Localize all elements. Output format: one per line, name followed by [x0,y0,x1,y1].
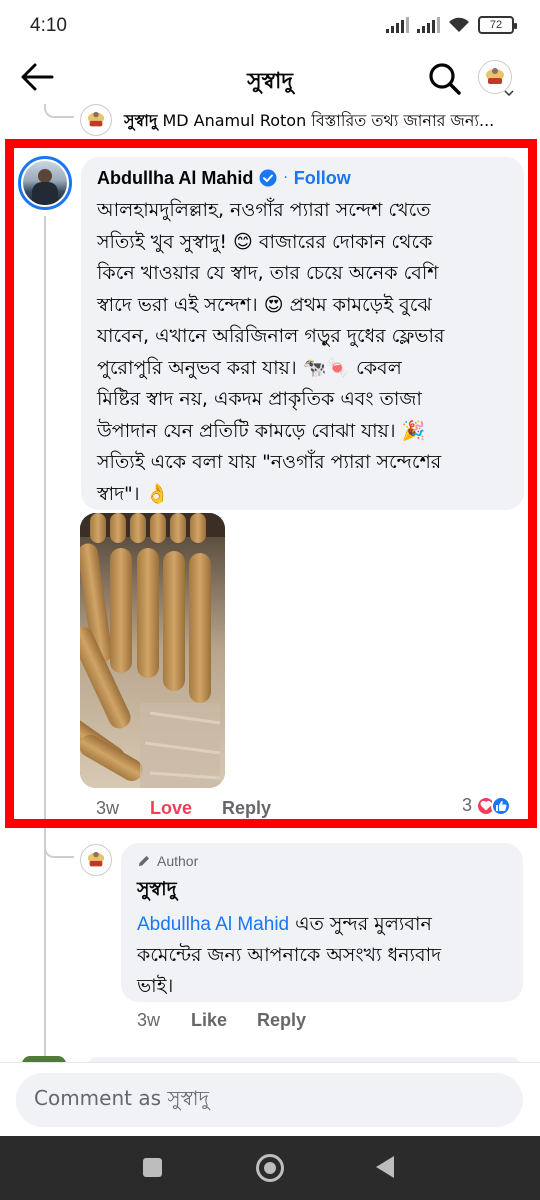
reply-author-name[interactable]: সুস্বাদু [137,875,507,907]
pencil-icon [139,856,149,866]
comment-input-placeholder: Comment as সুস্বাদু [34,1085,210,1110]
comment-input[interactable]: Comment as সুস্বাদু [16,1073,523,1127]
commenter-row: Abdullha Al Mahid · Follow [97,167,508,189]
follow-button[interactable]: Follow [294,168,351,189]
author-badge-label: Author [157,853,199,869]
comment-actions: 3w Love Reply [96,796,271,820]
profile-switcher-button[interactable] [478,60,518,100]
previous-reply-author[interactable]: সুস্বাদু [124,111,157,130]
thread-connector [44,842,74,858]
comment-composer-area: Comment as সুস্বাদু [0,1062,540,1136]
love-button[interactable]: Love [150,798,222,819]
reply-line: কমেন্টের জন্য আপনাকে অসংখ্য ধন্যবাদ [137,944,442,966]
mention-link[interactable]: Abdullha Al Mahid [137,914,289,935]
avatar-photo [23,161,67,205]
author-reply-bubble[interactable]: Author সুস্বাদু Abdullha Al Mahid এত সুন… [121,843,523,1002]
reaction-summary[interactable]: 3 [462,795,512,816]
separator-dot: · [283,170,288,186]
system-back-button[interactable] [376,1156,394,1178]
page-logo-icon [478,60,512,94]
comment-line: স্বাদ"। 👌 [97,482,170,505]
reply-line: Abdullha Al Mahid এত সুন্দর মুল্যবান [137,909,507,940]
like-button[interactable]: Like [191,1010,257,1031]
author-badge: Author [137,851,507,871]
comment-time: 3w [96,797,120,818]
wifi-icon [449,17,469,32]
status-time: 4:10 [30,15,67,36]
reply-time: 3w [137,1010,161,1030]
search-icon [429,63,461,95]
status-bar: 4:10 72 [0,0,540,52]
comment-line: পুরোপুরি অনুভব করা যায়। 🐄🍬 কেবল [97,356,402,379]
reply-button[interactable]: Reply [222,798,271,819]
comment-line: মিষ্টির স্বাদ নয়, একদম প্রাকৃতিক এবং তা… [97,388,422,410]
signal-icon [386,17,409,33]
reply-button[interactable]: Reply [257,1010,306,1031]
comment-line: কিনে খাওয়ার যে স্বাদ, তার চেয়ে অনেক বে… [97,262,439,284]
search-button[interactable] [428,62,464,98]
reply-actions: 3w Like Reply [137,1010,306,1031]
status-icons: 72 [386,16,517,34]
previous-reply[interactable]: সুস্বাদু MD Anamul Roton বিস্তারিত তথ্য … [0,104,540,138]
comment-line: সত্যিই খুব সুস্বাদু! 😊 বাজারের দোকান থেক… [97,230,433,253]
commenter-name[interactable]: Abdullha Al Mahid [97,168,253,189]
signal-icon [417,17,440,33]
comment-line: উপাদান যেন প্রতিটি কামড়ে বোঝা যায়। 🎉 [97,419,426,442]
page-logo-icon[interactable] [80,844,112,876]
verified-badge-icon [259,169,277,187]
commenter-avatar[interactable] [18,156,72,210]
reply-line-text: এত সুন্দর মুল্যবান [289,913,432,935]
header: সুস্বাদু [0,52,540,104]
reply-line: ভাই। [137,975,174,997]
system-nav-bar [0,1136,540,1200]
comment-text: আলহামদুলিল্লাহ, নওগাঁর প্যারা সন্দেশ খেত… [97,195,508,510]
comment-line: স্বাদে ভরা এই সন্দেশ। 😍 প্রথম কামড়েই বু… [97,293,432,316]
thread-connector [44,104,74,118]
comment-line: যাবেন, এখানে অরিজিনাল গড়ুর দুধের ফ্লেভা… [97,325,445,347]
comment-line: সত্যিই একে বলা যায় "নওগাঁর প্যারা সন্দে… [97,451,442,473]
previous-reply-text: সুস্বাদু MD Anamul Roton বিস্তারিত তথ্য … [124,108,494,135]
sandesh-photo-image [80,513,225,788]
comment-line: আলহামদুলিল্লাহ, নওগাঁর প্যারা সন্দেশ খেত… [97,199,431,221]
battery-icon: 72 [478,16,517,34]
home-button[interactable] [256,1154,284,1182]
page-logo-icon[interactable] [80,104,112,136]
battery-level: 72 [489,19,503,31]
recent-apps-button[interactable] [143,1158,162,1177]
thumbs-up-icon [491,795,512,816]
comment-bubble[interactable]: Abdullha Al Mahid · Follow আলহামদুলিল্লা… [81,157,524,510]
reaction-count: 3 [462,795,473,815]
comment-photo[interactable] [80,513,225,788]
chevron-down-icon [504,90,514,96]
reply-text: Abdullha Al Mahid এত সুন্দর মুল্যবান কমে… [137,909,507,1002]
previous-reply-body: MD Anamul Roton বিস্তারিত তথ্য জানার জন্… [162,111,495,130]
